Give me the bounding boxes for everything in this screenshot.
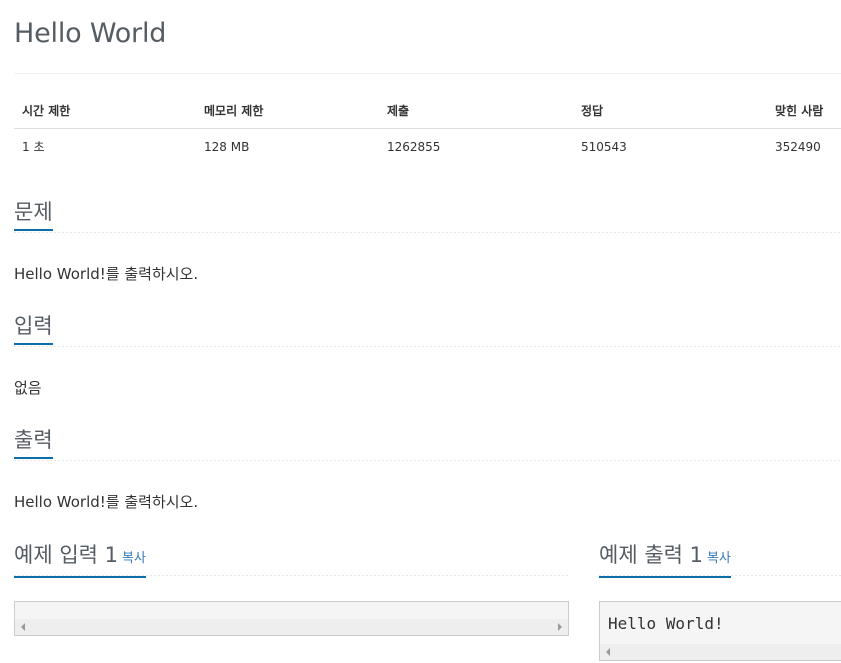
sample-output-content: Hello World! [608,614,724,633]
sample-output-header: 예제 출력 1 복사 [599,540,841,578]
sample-output-box[interactable]: Hello World! [599,601,841,661]
header-solved-users: 맞힌 사람 [767,92,841,129]
sample-output-heading: 예제 출력 1 복사 [599,540,731,578]
output-heading: 출력 [14,425,53,459]
scroll-left-arrow-icon[interactable] [606,648,610,656]
input-heading: 입력 [14,311,53,345]
header-memory-limit: 메모리 제한 [196,92,379,129]
solved-users-value: 352490 [775,139,821,154]
scroll-left-arrow-icon[interactable] [21,623,25,631]
header-time-limit: 시간 제한 [14,92,196,129]
section-divider [14,232,841,233]
title-divider [14,73,841,74]
output-description: Hello World!를 출력하시오. [14,493,199,511]
sample-output-title: 예제 출력 1 [599,543,703,567]
sample-input-box[interactable] [14,601,569,636]
submissions-value: 1262855 [387,139,441,154]
sample-input-header: 예제 입력 1 복사 [14,540,569,578]
header-submissions: 제출 [379,92,573,129]
problem-section-header: 문제 [14,197,841,233]
page-title: Hello World [14,18,167,49]
copy-sample-input-button[interactable]: 복사 [122,551,146,566]
scroll-right-arrow-icon[interactable] [558,623,562,631]
copy-sample-output-button[interactable]: 복사 [707,551,731,566]
section-divider [14,460,841,461]
accepted-value: 510543 [581,139,627,154]
memory-limit-value: 128 MB [204,139,250,154]
table-row: 1 초 128 MB 1262855 510543 352490 [14,129,841,165]
horizontal-scrollbar[interactable] [600,644,841,660]
output-section-header: 출력 [14,425,841,461]
problem-heading: 문제 [14,197,53,231]
header-accepted: 정답 [573,92,767,129]
section-divider [14,346,841,347]
horizontal-scrollbar[interactable] [15,619,568,635]
problem-info-table: 시간 제한 메모리 제한 제출 정답 맞힌 사람 1 초 128 MB 1262… [14,92,841,164]
time-limit-value: 1 초 [22,140,45,154]
sample-input-heading: 예제 입력 1 복사 [14,540,146,578]
table-header-row: 시간 제한 메모리 제한 제출 정답 맞힌 사람 [14,92,841,129]
input-description: 없음 [14,379,42,397]
input-section-header: 입력 [14,311,841,347]
problem-description: Hello World!를 출력하시오. [14,265,199,283]
sample-input-title: 예제 입력 1 [14,543,118,567]
